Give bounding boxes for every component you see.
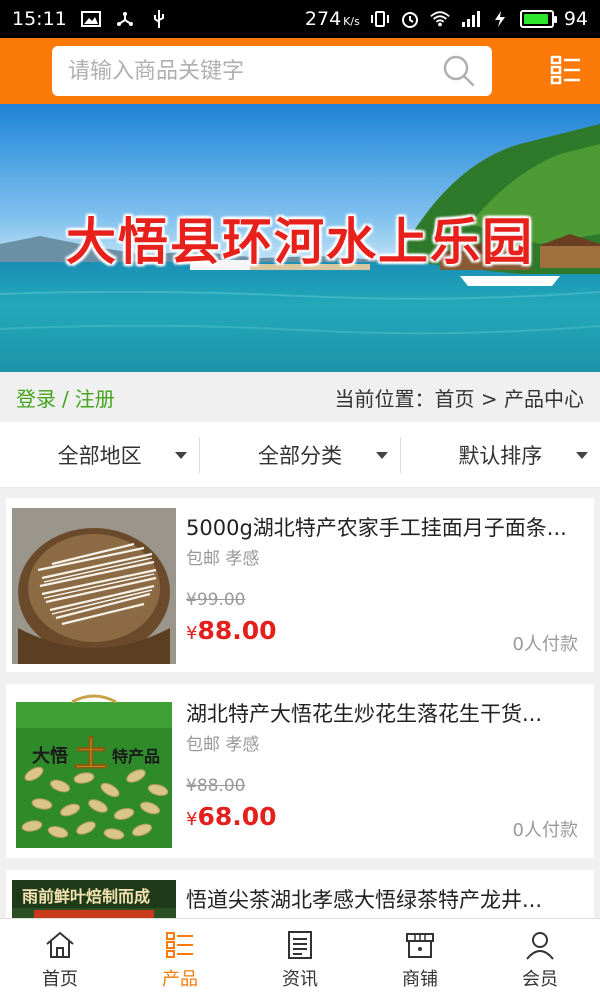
search-input[interactable] xyxy=(68,58,442,84)
tab-member[interactable]: 会员 xyxy=(480,919,600,1000)
home-icon xyxy=(46,931,74,958)
shop-icon xyxy=(406,932,434,958)
product-price: ¥88.00 xyxy=(186,616,277,645)
filter-label: 全部地区 xyxy=(57,443,142,468)
gallery-icon xyxy=(80,10,101,28)
product-sales-count: 0人付款 xyxy=(512,820,578,841)
user-icon xyxy=(526,931,554,960)
product-card[interactable]: 大悟 土 特产品 湖北特产大悟花生炒花生落花生干货... 包邮 孝感 ¥88.0… xyxy=(6,684,594,858)
product-shipping: 包邮 孝感 xyxy=(186,549,260,569)
box-text: 特产品 xyxy=(112,747,160,766)
tab-label: 首页 xyxy=(42,968,78,990)
page: 15:11 274 K/s 94 请输入商品关键字 大悟县环河水上乐园 登录 /… xyxy=(0,0,600,1000)
search-icon[interactable] xyxy=(442,54,476,88)
usb-icon xyxy=(149,10,169,28)
list-icon xyxy=(166,931,193,958)
auth-separator: / xyxy=(62,386,69,411)
product-list: 5000g湖北特产农家手工挂面月子面条... 包邮 孝感 ¥99.00 ¥88.… xyxy=(0,488,600,918)
caret-down-icon xyxy=(175,451,188,459)
product-title[interactable]: 湖北特产大悟花生炒花生落花生干货... xyxy=(186,698,586,728)
product-card[interactable]: 雨前鲜叶焙制而成 悟道尖茶湖北孝感大悟绿茶特产龙井... xyxy=(6,870,594,918)
product-price: ¥68.00 xyxy=(186,802,277,831)
product-shipping: 包邮 孝感 xyxy=(186,735,260,755)
product-title[interactable]: 5000g湖北特产农家手工挂面月子面条... xyxy=(186,512,586,542)
tab-products[interactable]: 产品 xyxy=(120,919,240,1000)
tab-news[interactable]: 资讯 xyxy=(240,919,360,1000)
tab-shop[interactable]: 商铺 xyxy=(360,919,480,1000)
caret-down-icon xyxy=(575,451,588,459)
signal-icon xyxy=(460,10,480,28)
auth-links: 登录 / 注册 xyxy=(16,383,115,412)
status-bar: 15:11 274 K/s 94 xyxy=(0,0,600,38)
thumb-text: 雨前鲜叶焙制而成 xyxy=(22,887,150,906)
search-box[interactable] xyxy=(52,46,492,96)
banner-title: 大悟县环河水上乐园 xyxy=(66,212,534,271)
battery-icon xyxy=(519,10,557,28)
status-time: 15:11 xyxy=(12,8,67,30)
filter-region[interactable]: 全部地区 xyxy=(0,437,199,473)
product-image[interactable] xyxy=(12,508,176,664)
filter-sort[interactable]: 默认排序 xyxy=(399,436,600,473)
product-image[interactable]: 大悟 土 特产品 xyxy=(12,694,176,850)
product-original-price: ¥88.00 xyxy=(186,776,246,796)
filter-bar: 全部地区 全部分类 默认排序 xyxy=(0,422,600,488)
filter-label: 全部分类 xyxy=(257,443,342,468)
tab-label: 商铺 xyxy=(402,968,438,990)
news-icon xyxy=(288,930,312,959)
product-original-price: ¥99.00 xyxy=(186,590,246,610)
product-card[interactable]: 5000g湖北特产农家手工挂面月子面条... 包邮 孝感 ¥99.00 ¥88.… xyxy=(6,498,594,672)
battery-percent: 94 xyxy=(563,8,588,30)
register-link[interactable]: 注册 xyxy=(75,387,115,411)
caret-down-icon xyxy=(375,451,388,459)
share-icon xyxy=(115,10,135,28)
charging-icon xyxy=(490,10,510,28)
network-speed: 274 K/s xyxy=(304,8,360,30)
tab-label: 产品 xyxy=(162,968,198,990)
filter-category[interactable]: 全部分类 xyxy=(199,436,399,473)
breadcrumb: 当前位置：首页 > 产品中心 xyxy=(334,386,584,411)
product-title[interactable]: 悟道尖茶湖北孝感大悟绿茶特产龙井... xyxy=(186,884,586,914)
tab-label: 资讯 xyxy=(282,968,318,990)
product-image[interactable]: 雨前鲜叶焙制而成 xyxy=(12,880,176,918)
alarm-icon xyxy=(400,10,420,28)
wifi-icon xyxy=(430,10,450,28)
tab-label: 会员 xyxy=(522,968,558,990)
vibrate-icon xyxy=(370,10,390,28)
location-bar: 登录 / 注册 当前位置：首页 > 产品中心 xyxy=(0,372,600,422)
product-sales-count: 0人付款 xyxy=(512,634,578,655)
filter-label: 默认排序 xyxy=(458,443,543,468)
menu-icon[interactable] xyxy=(550,54,582,86)
tab-home[interactable]: 首页 xyxy=(0,919,120,1000)
login-link[interactable]: 登录 xyxy=(16,387,56,411)
header xyxy=(0,38,600,104)
box-text: 土 xyxy=(74,735,108,775)
banner[interactable]: 大悟县环河水上乐园 xyxy=(0,104,600,372)
box-text: 大悟 xyxy=(32,745,68,767)
bottom-tab-bar: 首页 产品 资讯 商铺 会员 xyxy=(0,918,600,1000)
